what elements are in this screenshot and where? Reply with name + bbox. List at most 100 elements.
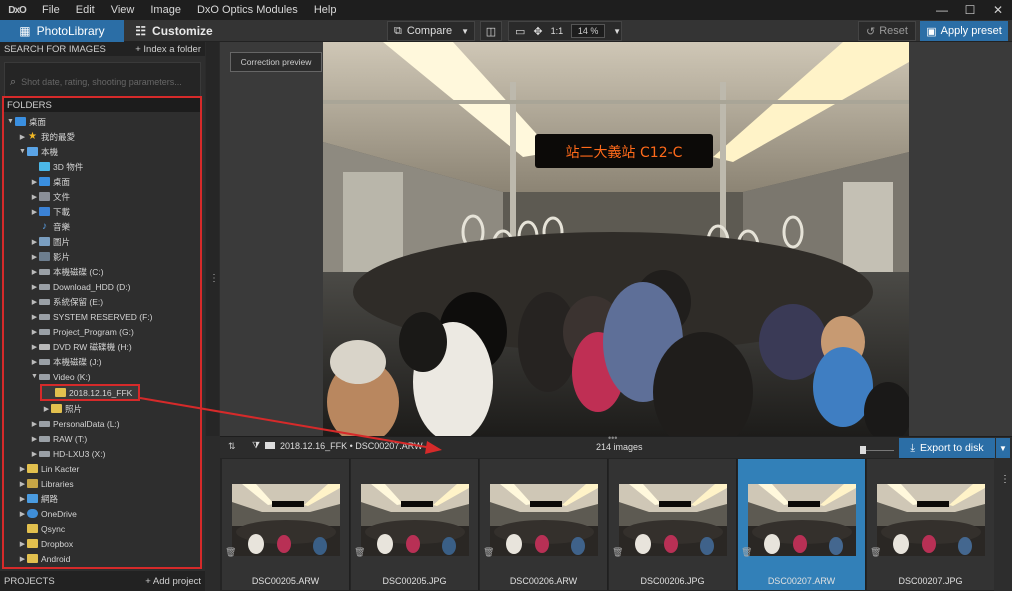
- tree-item[interactable]: ▶ Lin Kacter: [4, 461, 200, 476]
- trash-icon[interactable]: 🗑: [483, 547, 494, 558]
- sidebar-scrollbar[interactable]: [206, 42, 219, 436]
- thumbnail[interactable]: 🗑 DSC00205.JPG: [351, 459, 479, 590]
- tree-item[interactable]: ▶ 桌面: [4, 174, 200, 189]
- collapsed-caret-icon[interactable]: ▶: [18, 540, 27, 548]
- reset-button[interactable]: ↺ Reset: [858, 21, 916, 41]
- menu-file[interactable]: File: [34, 0, 68, 20]
- collapsed-caret-icon[interactable]: ▶: [18, 555, 27, 563]
- tree-item[interactable]: ▶ 本機磁碟 (J:): [4, 354, 200, 369]
- thumbnail[interactable]: 🗑 DSC00206.ARW: [480, 459, 608, 590]
- collapsed-caret-icon[interactable]: ▶: [18, 480, 27, 488]
- export-dropdown-icon[interactable]: ▼: [996, 438, 1010, 458]
- tree-item[interactable]: ▶ HD-LXU3 (X:): [4, 446, 200, 461]
- apply-preset-button[interactable]: ▣ Apply preset: [920, 21, 1008, 41]
- minimize-button[interactable]: —: [928, 0, 956, 20]
- tree-item[interactable]: ▶ Download_HDD (D:): [4, 279, 200, 294]
- thumbnail[interactable]: 🗑 DSC00205.ARW: [222, 459, 350, 590]
- collapsed-caret-icon[interactable]: ▶: [30, 193, 39, 201]
- trash-icon[interactable]: 🗑: [870, 547, 881, 558]
- expanded-caret-icon[interactable]: ▼: [18, 148, 27, 155]
- thumbnail[interactable]: 🗑 DSC00207.ARW: [738, 459, 866, 590]
- tree-item[interactable]: ▶ 系統保留 (E:): [4, 294, 200, 309]
- tree-item[interactable]: ▶ 文件: [4, 189, 200, 204]
- main-photo[interactable]: 站二大義站 C12-C: [323, 42, 909, 436]
- collapsed-caret-icon[interactable]: ▶: [30, 420, 39, 428]
- tree-item[interactable]: ▶ RAW (T:): [4, 431, 200, 446]
- tree-item[interactable]: ▶ PersonalData (L:): [4, 416, 200, 431]
- ratio-button[interactable]: 1:1: [551, 26, 564, 36]
- export-to-disk-button[interactable]: ⤓ Export to disk: [899, 438, 995, 458]
- move-icon[interactable]: ✥: [533, 25, 542, 38]
- tree-item[interactable]: ▶ DVD RW 磁碟機 (H:): [4, 339, 200, 354]
- tree-item[interactable]: ▼ Video (K:): [4, 369, 200, 384]
- filter-icon[interactable]: ⧩: [252, 440, 260, 451]
- tree-item[interactable]: ▶ 網路: [4, 491, 200, 506]
- tree-item[interactable]: ▶ 影片: [4, 249, 200, 264]
- collapsed-caret-icon[interactable]: ▶: [30, 435, 39, 443]
- collapsed-caret-icon[interactable]: ▶: [30, 178, 39, 186]
- menu-edit[interactable]: Edit: [68, 0, 103, 20]
- tree-item[interactable]: Qsync: [4, 521, 200, 536]
- maximize-button[interactable]: ☐: [956, 0, 984, 20]
- thumbnail[interactable]: 🗑 DSC00207.JPG: [867, 459, 995, 590]
- tree-item[interactable]: ▶ Project_Program (G:): [4, 324, 200, 339]
- collapsed-caret-icon[interactable]: ▶: [30, 238, 39, 246]
- tree-item[interactable]: ▶ 圖片: [4, 234, 200, 249]
- menu-help[interactable]: Help: [306, 0, 345, 20]
- menu-image[interactable]: Image: [142, 0, 189, 20]
- tree-item[interactable]: ▶ Android: [4, 551, 200, 566]
- tab-customize[interactable]: ☷ Customize: [124, 20, 224, 42]
- slider-knob[interactable]: [860, 446, 866, 454]
- tree-item[interactable]: ♪ 音樂: [4, 219, 200, 234]
- collapsed-caret-icon[interactable]: ▶: [18, 465, 27, 473]
- menu-view[interactable]: View: [103, 0, 143, 20]
- collapsed-caret-icon[interactable]: ▶: [30, 208, 39, 216]
- collapsed-caret-icon[interactable]: ▶: [30, 328, 39, 336]
- collapsed-caret-icon[interactable]: ▶: [42, 405, 51, 413]
- tree-item[interactable]: ▼ 本機: [4, 144, 200, 159]
- trash-icon[interactable]: 🗑: [354, 547, 365, 558]
- zoom-level[interactable]: 14 %: [571, 24, 606, 38]
- collapsed-caret-icon[interactable]: ▶: [30, 358, 39, 366]
- thumbnail[interactable]: 🗑 DSC00206.JPG: [609, 459, 737, 590]
- collapsed-caret-icon[interactable]: ▶: [30, 298, 39, 306]
- collapsed-caret-icon[interactable]: ▶: [30, 450, 39, 458]
- collapsed-caret-icon[interactable]: ▶: [18, 133, 27, 141]
- more-icon[interactable]: ⋮: [1000, 474, 1010, 485]
- sort-icon[interactable]: ⇅: [228, 441, 236, 452]
- compare-button[interactable]: ⧉ Compare ▼: [387, 21, 475, 41]
- chevron-down-icon[interactable]: ▼: [461, 27, 469, 36]
- trash-icon[interactable]: 🗑: [612, 547, 623, 558]
- tree-item[interactable]: ▶ Libraries: [4, 476, 200, 491]
- collapsed-caret-icon[interactable]: ▶: [30, 343, 39, 351]
- tab-photolibrary[interactable]: ▦ PhotoLibrary: [0, 20, 124, 42]
- index-folder-link[interactable]: + Index a folder: [135, 44, 201, 55]
- collapsed-caret-icon[interactable]: ▶: [18, 510, 27, 518]
- tree-item[interactable]: ▶ ★ 我的最愛: [4, 129, 200, 144]
- add-project-link[interactable]: + Add project: [145, 576, 201, 587]
- zoom-chevron-icon[interactable]: ▼: [613, 27, 621, 36]
- tree-item[interactable]: CQ180324: [4, 566, 200, 567]
- tree-item[interactable]: ▶ Dropbox: [4, 536, 200, 551]
- collapsed-caret-icon[interactable]: ▶: [30, 268, 39, 276]
- tree-item[interactable]: ▶ OneDrive: [4, 506, 200, 521]
- tree-item[interactable]: ▼ 桌面: [4, 114, 200, 129]
- menu-dxo-optics-modules[interactable]: DxO Optics Modules: [189, 0, 306, 20]
- collapsed-caret-icon[interactable]: ▶: [30, 313, 39, 321]
- trash-icon[interactable]: 🗑: [741, 547, 752, 558]
- tree-item-selected[interactable]: 2018.12.16_FFK: [40, 384, 140, 401]
- collapsed-caret-icon[interactable]: ▶: [30, 253, 39, 261]
- tree-item[interactable]: ▶ SYSTEM RESERVED (F:): [4, 309, 200, 324]
- collapsed-caret-icon[interactable]: ▶: [30, 283, 39, 291]
- tree-item[interactable]: ▶ 下載: [4, 204, 200, 219]
- trash-icon[interactable]: 🗑: [225, 547, 236, 558]
- correction-preview-button[interactable]: Correction preview: [230, 52, 322, 72]
- split-view-button[interactable]: ◫: [480, 21, 502, 41]
- collapsed-caret-icon[interactable]: ▶: [18, 495, 27, 503]
- panel-collapse-handle[interactable]: ⋮: [209, 273, 219, 284]
- tree-item[interactable]: ▶ 照片: [4, 401, 200, 416]
- expanded-caret-icon[interactable]: ▼: [30, 373, 39, 380]
- fit-icon[interactable]: ▭: [515, 25, 525, 38]
- tree-item[interactable]: ▶ 本機磁碟 (C:): [4, 264, 200, 279]
- tree-item[interactable]: 3D 物件: [4, 159, 200, 174]
